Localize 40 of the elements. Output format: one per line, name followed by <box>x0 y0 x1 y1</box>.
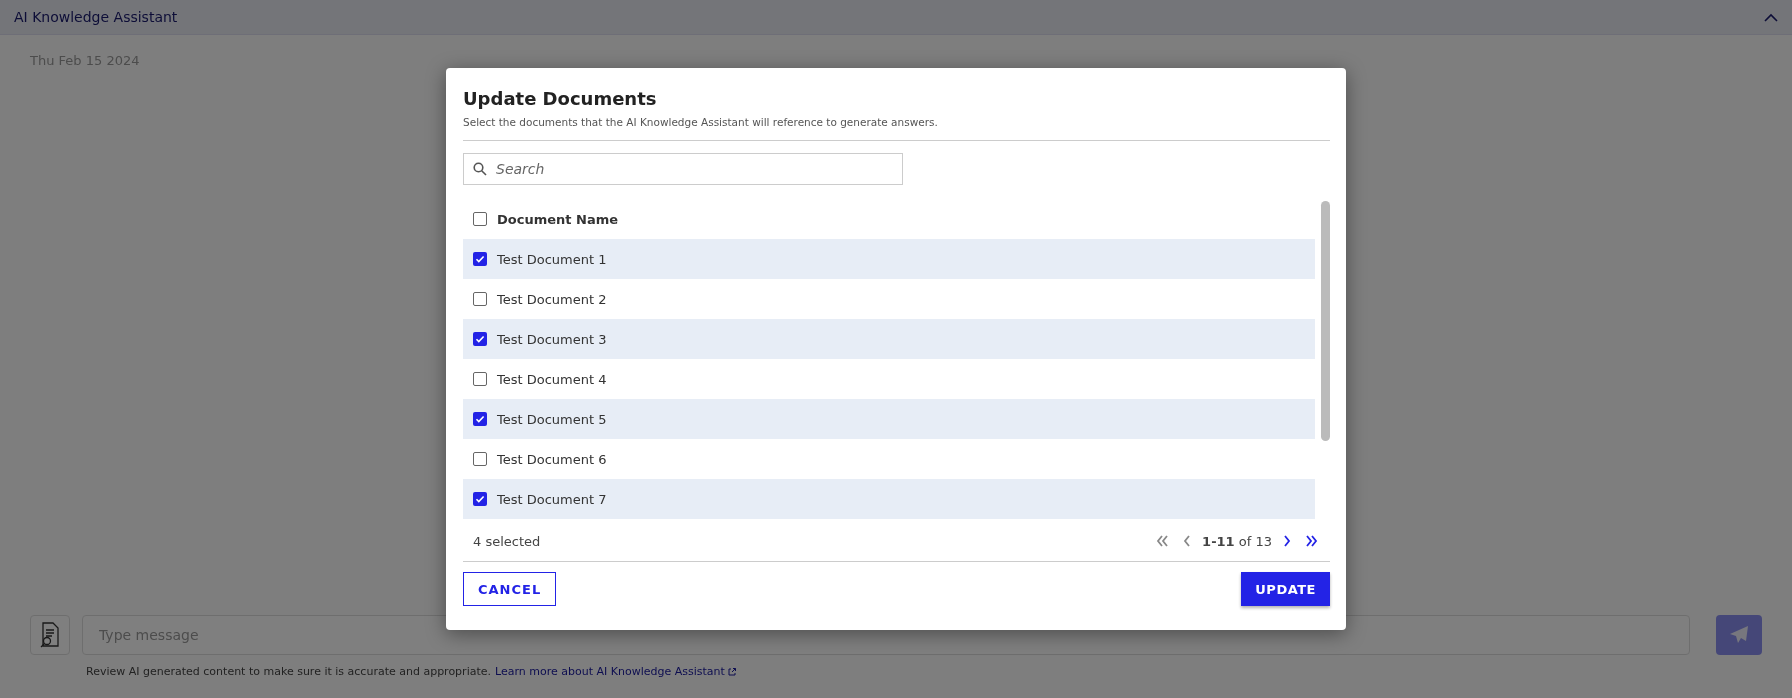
page-range: 1-11 of 13 <box>1202 533 1272 549</box>
selected-count: 4 selected <box>473 533 541 549</box>
check-icon <box>475 414 485 424</box>
document-name: Test Document 3 <box>497 331 607 347</box>
cancel-button[interactable]: CANCEL <box>463 572 557 606</box>
row-checkbox[interactable] <box>473 292 487 306</box>
document-name: Test Document 2 <box>497 291 607 307</box>
panel-title: AI Knowledge Assistant <box>14 9 178 25</box>
row-checkbox[interactable] <box>473 452 487 466</box>
check-icon <box>475 494 485 504</box>
row-checkbox[interactable] <box>473 372 487 386</box>
check-icon <box>475 334 485 344</box>
check-icon <box>475 254 485 264</box>
column-header: Document Name <box>497 211 619 227</box>
scrollbar-thumb[interactable] <box>1321 201 1330 441</box>
document-name: Test Document 7 <box>497 491 607 507</box>
document-row[interactable]: Test Document 5 <box>463 399 1315 439</box>
caret-icon[interactable] <box>1764 12 1778 22</box>
document-row[interactable]: Test Document 7 <box>463 479 1315 519</box>
document-name: Test Document 1 <box>497 251 607 267</box>
update-button[interactable]: UPDATE <box>1241 572 1330 606</box>
document-row[interactable]: Test Document 1 <box>463 239 1315 279</box>
row-checkbox[interactable] <box>473 332 487 346</box>
document-name: Test Document 5 <box>497 411 607 427</box>
row-checkbox[interactable] <box>473 492 487 506</box>
document-search-button[interactable] <box>30 615 70 655</box>
document-name: Test Document 6 <box>497 451 607 467</box>
search-field[interactable]: Search <box>463 153 903 185</box>
external-link-icon <box>727 667 736 676</box>
disclaimer-text: Review AI generated content to make sure it is accurate and appropriate. <box>86 665 491 678</box>
document-search-icon <box>39 622 61 648</box>
row-checkbox[interactable] <box>473 412 487 426</box>
row-checkbox[interactable] <box>473 252 487 266</box>
document-name: Test Document 4 <box>497 371 607 387</box>
learn-more-link[interactable]: Learn more about AI Knowledge Assistant <box>495 665 736 678</box>
dialog-title: Update Documents <box>463 88 658 109</box>
dialog-subtitle: Select the documents that the AI Knowledge Assistant will reference to generate answers. <box>463 116 939 128</box>
paper-plane-icon <box>1729 625 1749 645</box>
select-all-checkbox[interactable] <box>473 212 487 226</box>
document-row[interactable]: Test Document 3 <box>463 319 1315 359</box>
